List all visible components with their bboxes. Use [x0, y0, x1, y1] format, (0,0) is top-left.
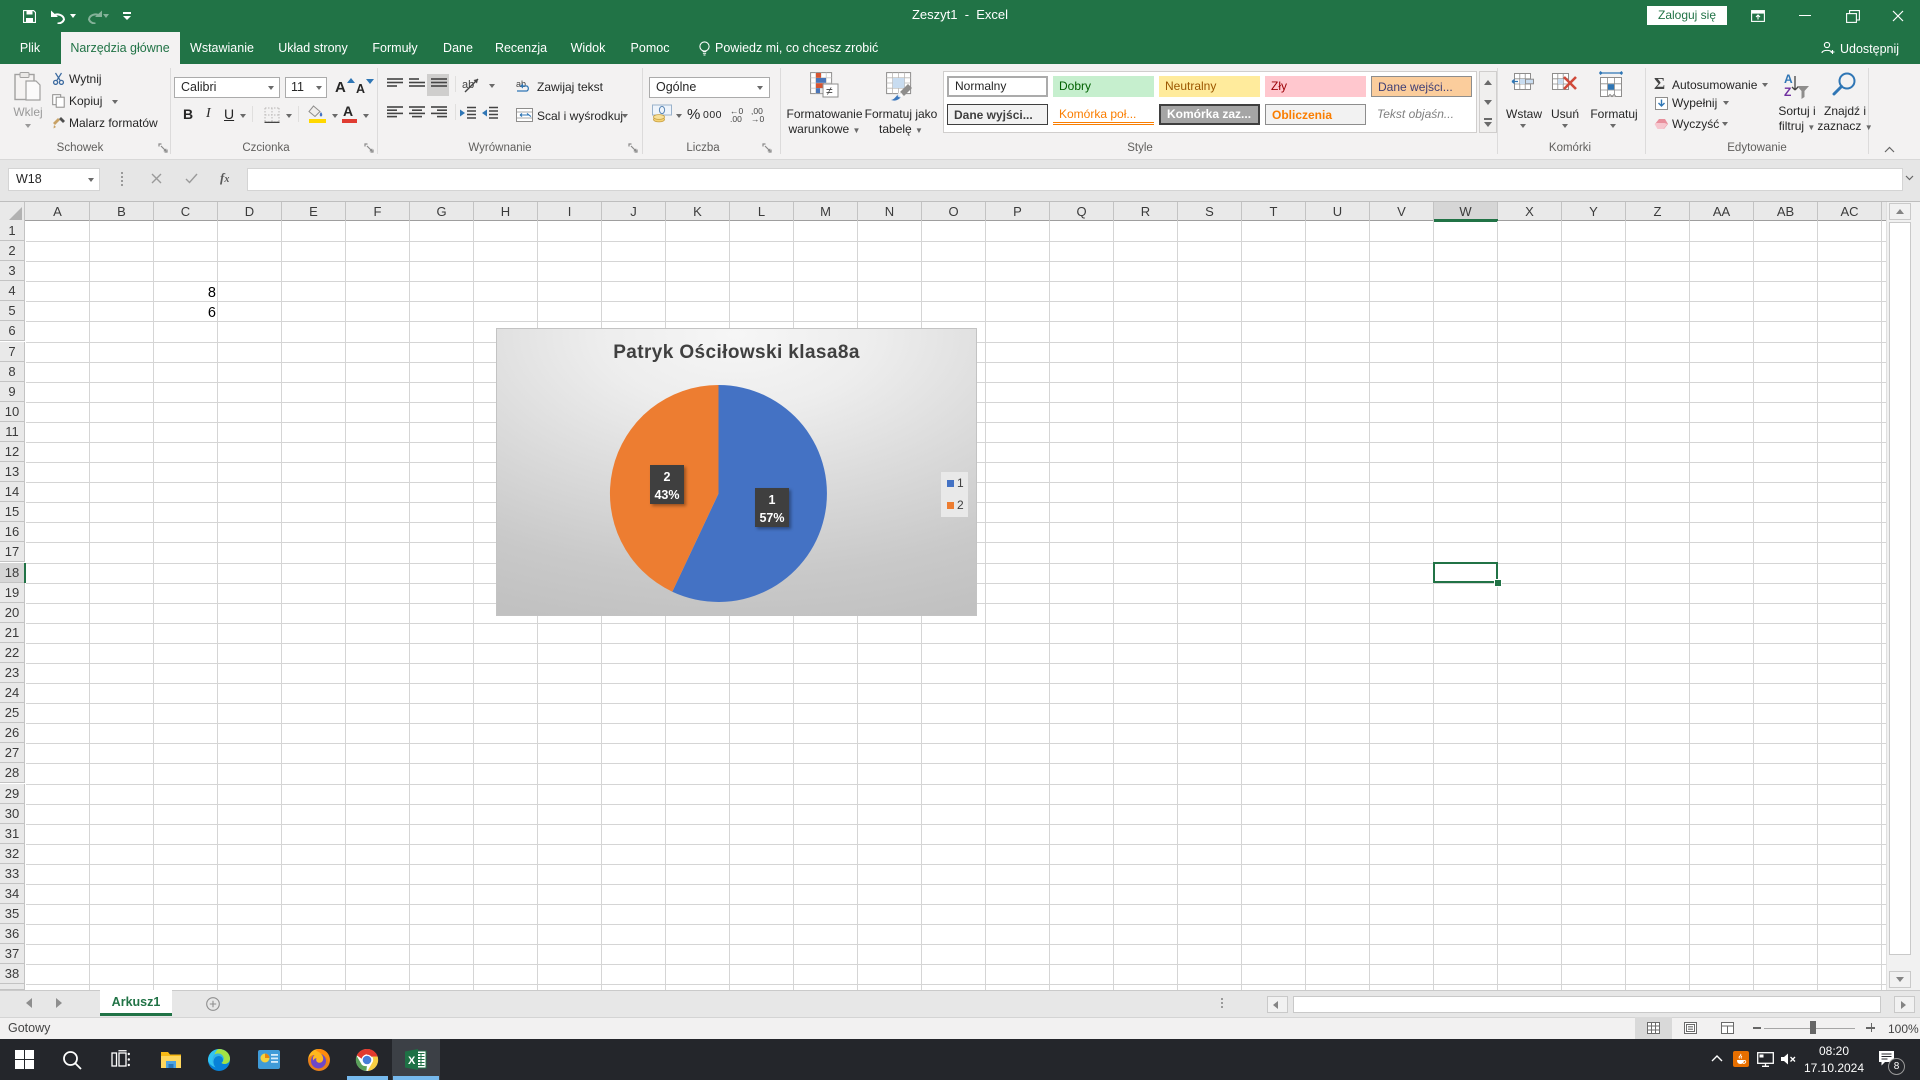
svg-text:,00: ,00 — [730, 114, 742, 122]
svg-text:X: X — [408, 1055, 416, 1067]
svg-text:Z: Z — [1784, 85, 1791, 99]
svg-text:≠: ≠ — [826, 84, 833, 98]
svg-text:ab: ab — [516, 79, 526, 89]
svg-text:A: A — [1784, 72, 1793, 86]
